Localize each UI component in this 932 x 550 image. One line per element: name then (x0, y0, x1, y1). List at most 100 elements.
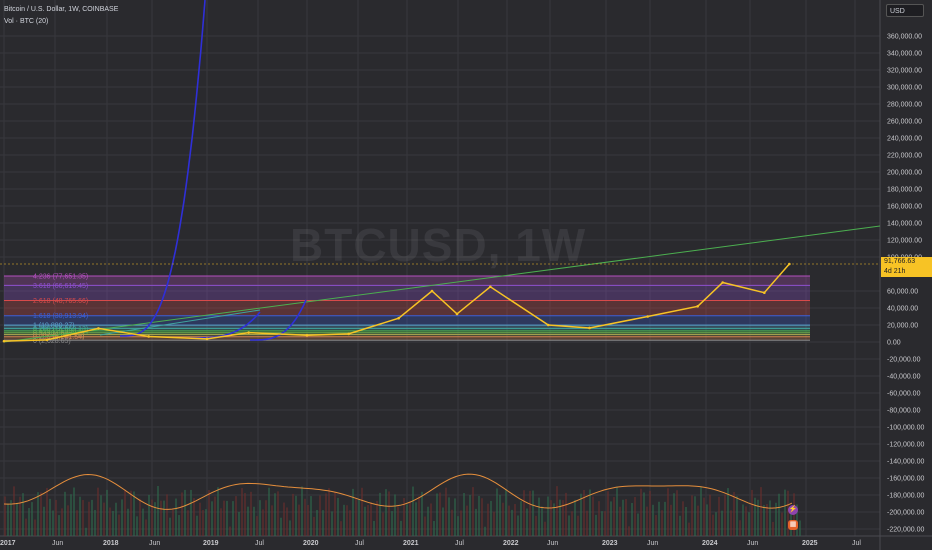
volume-bar (130, 490, 132, 536)
volume-bar (679, 515, 681, 536)
symbol-title[interactable]: Bitcoin / U.S. Dollar, 1W, COINBASE (4, 4, 118, 16)
x-axis-label: Jul (355, 540, 364, 547)
price-point (247, 331, 250, 334)
volume-bar (301, 486, 303, 536)
price-point (430, 289, 434, 293)
volume-bar (649, 490, 651, 536)
volume-bar (754, 497, 756, 536)
volume-bar (268, 487, 270, 536)
y-axis-label: 240,000.00 (887, 136, 922, 143)
volume-bar (721, 510, 723, 536)
y-axis-label: 320,000.00 (887, 68, 922, 75)
volume-bar (64, 491, 66, 536)
volume-bar (451, 509, 453, 536)
volume-bar (766, 504, 768, 536)
volume-bar (328, 488, 330, 536)
volume-bar (343, 504, 345, 536)
volume-bar (181, 492, 183, 536)
volume-bar (547, 496, 549, 536)
volume-bar (634, 497, 636, 536)
volume-indicator-title[interactable]: Vol · BTC (20) (4, 16, 118, 28)
volume-bar (307, 504, 309, 536)
price-point (347, 332, 350, 336)
y-axis-label: -40,000.00 (887, 374, 921, 381)
volume-bar (58, 515, 60, 536)
volume-bar (550, 500, 552, 536)
volume-bar (358, 499, 360, 536)
price-chart[interactable]: 360,000.00 340,000.00 320,000.00 300,000.00… (0, 0, 932, 550)
volume-bar (577, 515, 579, 536)
volume-bar (37, 492, 39, 536)
volume-bar (40, 492, 42, 536)
volume-bar (655, 515, 657, 536)
y-axis-label: -140,000.00 (887, 459, 924, 466)
price-point (588, 326, 591, 330)
volume-bar (376, 500, 378, 536)
x-axis-label: 2019 (203, 540, 219, 547)
price-point (97, 327, 100, 330)
volume-bar (688, 522, 690, 536)
volume-bar (31, 502, 33, 536)
y-axis-label: 220,000.00 (887, 153, 922, 160)
volume-bar (448, 497, 450, 536)
volume-bar (709, 494, 711, 536)
volume-bar (445, 487, 447, 536)
price-point (205, 337, 209, 341)
volume-bar (418, 496, 420, 536)
price-point (646, 315, 649, 318)
volume-bar (289, 520, 291, 536)
volume-bar (799, 520, 801, 536)
volume-bar (313, 516, 315, 536)
currency-button[interactable]: USD (886, 4, 924, 17)
x-axis-label: 2022 (503, 540, 519, 547)
volume-bar (187, 510, 189, 536)
volume-bar (25, 518, 27, 536)
volume-bar (217, 487, 219, 536)
x-axis-label: 2025 (802, 540, 818, 547)
volume-bar (493, 511, 495, 536)
volume-bar (139, 498, 141, 536)
volume-bar (760, 487, 762, 536)
volume-bar (310, 496, 312, 536)
y-axis-label: 200,000.00 (887, 170, 922, 177)
volume-bar (109, 507, 111, 536)
flash-icon[interactable]: ⚡ (788, 505, 798, 515)
volume-bar (244, 493, 246, 536)
volume-bar (265, 500, 267, 536)
volume-bar (397, 506, 399, 536)
y-axis-label: 20,000.00 (887, 323, 918, 330)
x-axis-label: 2020 (303, 540, 319, 547)
volume-bar (352, 488, 354, 536)
volume-bar (49, 498, 51, 536)
volume-bar (91, 499, 93, 536)
volume-bar (379, 492, 381, 536)
volume-bar (778, 493, 780, 536)
y-axis-label: 140,000.00 (887, 221, 922, 228)
calendar-icon[interactable]: ▦ (788, 520, 798, 530)
volume-bar (283, 502, 285, 536)
volume-bar (652, 504, 654, 536)
volume-bar (664, 501, 666, 536)
volume-bar (73, 487, 75, 536)
volume-bar (673, 493, 675, 536)
volume-bar (394, 494, 396, 536)
volume-bar (34, 519, 36, 536)
volume-bar (52, 510, 54, 536)
volume-bar (592, 496, 594, 536)
volume-bar (610, 501, 612, 536)
volume-bar (349, 510, 351, 536)
volume-bar (88, 501, 90, 536)
volume-bar (715, 512, 717, 536)
volume-bar (331, 511, 333, 536)
volume-bar (94, 509, 96, 536)
volume-bar (529, 490, 531, 536)
volume-bar (526, 508, 528, 536)
volume-bar (100, 495, 102, 536)
volume-bar (619, 506, 621, 536)
volume-bar (157, 486, 159, 536)
x-axis-label: Jun (647, 540, 658, 547)
volume-bar (460, 510, 462, 536)
volume-bar (82, 500, 84, 536)
volume-bar (169, 517, 171, 536)
volume-bar (571, 511, 573, 536)
